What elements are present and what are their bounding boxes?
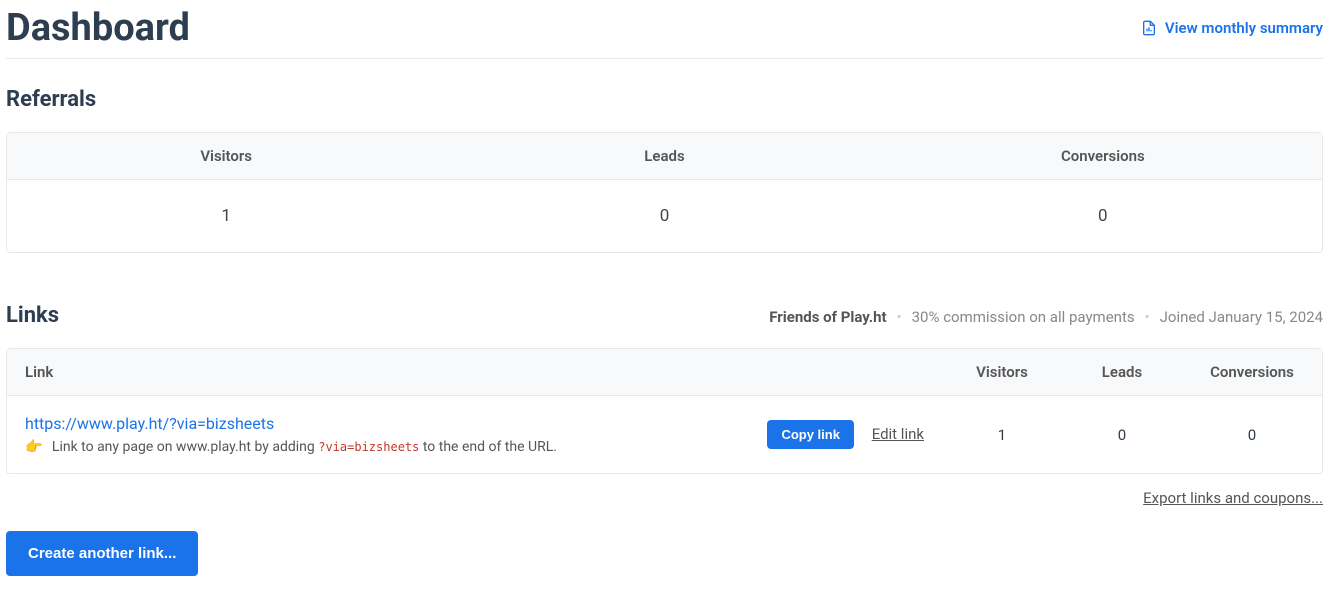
links-col-conversions: Conversions xyxy=(1182,349,1322,396)
hint-code: ?via=bizsheets xyxy=(318,440,419,454)
view-monthly-summary-label: View monthly summary xyxy=(1165,19,1323,37)
links-col-visitors: Visitors xyxy=(942,349,1062,396)
referrals-values-row: 1 0 0 xyxy=(7,180,1322,252)
commission-text: 30% commission on all payments xyxy=(912,308,1135,326)
separator-dot: • xyxy=(1145,308,1150,326)
link-conversions-value: 0 xyxy=(1182,396,1322,473)
create-another-link-button[interactable]: Create another link... xyxy=(6,531,198,576)
hint-prefix: Link to any page on www.play.ht by addin… xyxy=(52,439,318,455)
link-visitors-value: 1 xyxy=(942,396,1062,473)
referrals-stats-table: Visitors Leads Conversions 1 0 0 xyxy=(6,132,1323,253)
view-monthly-summary-link[interactable]: View monthly summary xyxy=(1141,19,1323,37)
hint-suffix: to the end of the URL. xyxy=(419,439,557,455)
links-meta: Friends of Play.ht • 30% commission on a… xyxy=(769,308,1323,326)
chart-icon xyxy=(1141,20,1157,36)
page-title: Dashboard xyxy=(6,6,190,50)
referrals-conversions-value: 0 xyxy=(884,180,1322,252)
links-col-link: Link xyxy=(7,349,749,396)
separator-dot: • xyxy=(897,308,902,326)
referrals-leads-value: 0 xyxy=(445,180,883,252)
table-row: https://www.play.ht/?via=bizsheets 👉 Lin… xyxy=(7,396,1322,473)
links-section-title: Links xyxy=(6,303,59,328)
referrals-col-leads: Leads xyxy=(445,133,883,180)
export-links-button[interactable]: Export links and coupons... xyxy=(1143,489,1323,507)
referral-link-url[interactable]: https://www.play.ht/?via=bizsheets xyxy=(25,414,274,433)
pointing-hand-icon: 👉 xyxy=(25,439,42,455)
copy-link-button[interactable]: Copy link xyxy=(767,420,854,449)
link-hint: 👉 Link to any page on www.play.ht by add… xyxy=(25,439,731,455)
referrals-col-conversions: Conversions xyxy=(884,133,1322,180)
referrals-section-title: Referrals xyxy=(6,87,1323,112)
links-col-leads: Leads xyxy=(1062,349,1182,396)
referrals-col-visitors: Visitors xyxy=(7,133,445,180)
edit-link-button[interactable]: Edit link xyxy=(872,425,924,443)
program-name: Friends of Play.ht xyxy=(769,308,886,326)
links-table: Link Visitors Leads Conversions https://… xyxy=(6,348,1323,474)
link-leads-value: 0 xyxy=(1062,396,1182,473)
referrals-visitors-value: 1 xyxy=(7,180,445,252)
joined-text: Joined January 15, 2024 xyxy=(1160,308,1323,326)
